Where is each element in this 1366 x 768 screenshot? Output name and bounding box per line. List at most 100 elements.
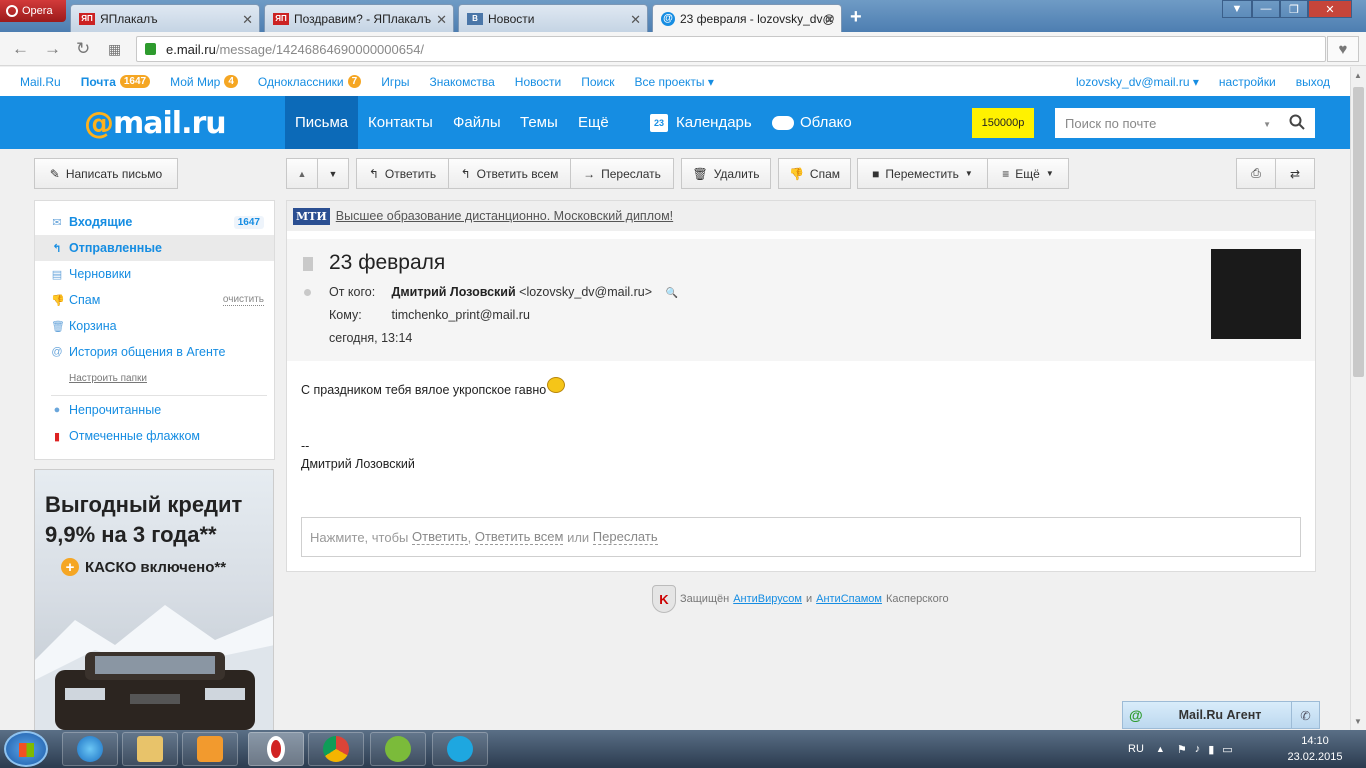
clean-spam-link[interactable]: очистить xyxy=(222,294,264,306)
opera-taskbar-icon[interactable] xyxy=(248,732,304,766)
network-warning-icon[interactable]: ⚑ xyxy=(1177,743,1187,756)
balance-badge[interactable]: 150000р xyxy=(972,108,1034,138)
folder-agent-history[interactable]: @ История общения в Агенте xyxy=(35,339,274,365)
close-tab-icon[interactable]: ✕ xyxy=(242,12,253,28)
more-button[interactable]: ≡ Ещё ▼ xyxy=(987,158,1069,189)
spam-button[interactable]: 👎 Спам xyxy=(778,158,851,189)
forward-button[interactable]: → Переслать xyxy=(570,158,674,189)
portal-link-games[interactable]: Игры xyxy=(381,75,409,89)
next-message-button[interactable]: ▼ xyxy=(317,158,349,189)
portal-link-dating[interactable]: Знакомства xyxy=(430,75,495,89)
portal-link-mailru[interactable]: Mail.Ru xyxy=(20,75,61,89)
nav-letters[interactable]: Письма xyxy=(285,96,359,149)
quick-forward-link[interactable]: Переслать xyxy=(592,529,658,545)
flag-icon[interactable] xyxy=(303,257,313,271)
bookmark-heart-icon[interactable]: ♥ xyxy=(1327,36,1359,62)
portal-link-pochta[interactable]: Почта 1647 xyxy=(81,75,151,89)
top-ad-link[interactable]: Высшее образование дистанционно. Московс… xyxy=(336,209,673,223)
mailru-agent-widget[interactable]: @ Mail.Ru Агент ✆ xyxy=(1122,701,1320,729)
nav-calendar[interactable]: 23 Календарь xyxy=(640,96,762,149)
nav-more[interactable]: Ещё xyxy=(568,96,619,149)
credit-advertisement[interactable]: Выгодный кредит 9,9% на 3 года** + КАСКО… xyxy=(34,469,274,731)
read-status-dot-icon[interactable] xyxy=(304,289,311,296)
move-button[interactable]: ■ Переместить ▼ xyxy=(857,158,988,189)
search-sender-icon[interactable]: 🔍 xyxy=(666,288,678,299)
portal-link-moi-mir[interactable]: Мой Мир 4 xyxy=(170,75,238,89)
signal-icon[interactable]: ▮ xyxy=(1208,743,1214,756)
minimize-icon[interactable]: — xyxy=(1252,0,1280,18)
new-tab-icon[interactable]: + xyxy=(850,6,862,29)
reply-all-button[interactable]: ↰ Ответить всем xyxy=(448,158,571,189)
utorrent-icon[interactable] xyxy=(370,732,426,766)
nav-files[interactable]: Файлы xyxy=(443,96,511,149)
volume-icon[interactable]: ♪ xyxy=(1195,743,1201,755)
browser-tab[interactable]: ЯП Поздравим? - ЯПлакалъ ✕ xyxy=(264,4,454,32)
folder-spam[interactable]: 👎 Спам очистить xyxy=(35,287,274,313)
portal-link-search[interactable]: Поиск xyxy=(581,75,614,89)
scroll-thumb[interactable] xyxy=(1353,87,1364,377)
search-icon[interactable] xyxy=(1289,114,1305,130)
delete-button[interactable]: 🗑 Удалить xyxy=(681,158,771,189)
opera-menu-button[interactable]: Opera xyxy=(0,0,66,22)
quick-reply-link[interactable]: Ответить xyxy=(412,529,468,545)
portal-link-news[interactable]: Новости xyxy=(515,75,561,89)
quick-reply-all-link[interactable]: Ответить всем xyxy=(474,529,564,545)
reply-button[interactable]: ↰ Ответить xyxy=(356,158,449,189)
nav-themes[interactable]: Темы xyxy=(510,96,568,149)
mail-search-input[interactable]: Поиск по почте ▼ xyxy=(1055,108,1315,138)
folder-trash[interactable]: 🗑 Корзина xyxy=(35,313,274,339)
filter-flagged[interactable]: ▮ Отмеченные флажком xyxy=(35,423,274,449)
folder-inbox[interactable]: ✉ Входящие 1647 xyxy=(35,209,274,235)
portal-link-odnoklassniki[interactable]: Одноклассники 7 xyxy=(258,75,362,89)
configure-folders-link[interactable]: Настроить папки xyxy=(69,373,147,384)
reload-icon[interactable]: ↻ xyxy=(76,39,90,59)
nav-cloud[interactable]: Облако xyxy=(762,96,862,149)
skype-icon[interactable] xyxy=(432,732,488,766)
close-tab-icon[interactable]: ✕ xyxy=(630,12,641,28)
close-tab-icon[interactable]: ✕ xyxy=(824,12,835,28)
sender-name[interactable]: Дмитрий Лозовский xyxy=(391,285,515,299)
folder-sent[interactable]: ↰ Отправленные xyxy=(35,235,274,261)
compose-button[interactable]: ✎ Написать письмо xyxy=(34,158,178,189)
system-clock[interactable]: 14:10 23.02.2015 xyxy=(1283,733,1347,765)
media-player-icon[interactable] xyxy=(182,732,238,766)
file-explorer-icon[interactable] xyxy=(122,732,178,766)
start-button[interactable] xyxy=(4,731,48,767)
mailru-logo[interactable]: @mail.ru xyxy=(84,106,227,141)
search-options-caret-icon[interactable]: ▼ xyxy=(1263,120,1271,129)
battery-icon[interactable]: ▭ xyxy=(1222,743,1232,756)
sender-email[interactable]: <lozovsky_dv@mail.ru> xyxy=(519,285,652,299)
recipient-email[interactable]: timchenko_print@mail.ru xyxy=(391,308,529,322)
browser-tab[interactable]: В Новости ✕ xyxy=(458,4,648,32)
settings-link[interactable]: настройки xyxy=(1219,75,1276,89)
filter-unread[interactable]: ● Непрочитанные xyxy=(35,397,274,423)
browser-tab-active[interactable]: @ 23 февраля - lozovsky_dv@ ✕ xyxy=(652,4,842,32)
translate-button[interactable]: ⇄ xyxy=(1275,158,1315,189)
folder-drafts[interactable]: ▤ Черновики xyxy=(35,261,274,287)
close-tab-icon[interactable]: ✕ xyxy=(436,12,447,28)
close-window-icon[interactable]: ✕ xyxy=(1308,0,1352,18)
tray-expand-icon[interactable]: ▲ xyxy=(1156,744,1165,754)
scroll-up-icon[interactable]: ▲ xyxy=(1354,71,1362,80)
portal-link-all-projects[interactable]: Все проекты ▾ xyxy=(635,75,714,89)
back-icon[interactable]: ← xyxy=(12,39,29,59)
speed-dial-icon[interactable]: ▦ xyxy=(108,41,121,58)
scroll-down-icon[interactable]: ▼ xyxy=(1354,717,1362,726)
logout-link[interactable]: выход xyxy=(1296,75,1330,89)
print-button[interactable]: ⎙ xyxy=(1236,158,1276,189)
antispam-link[interactable]: АнтиСпамом xyxy=(816,593,882,605)
address-bar[interactable]: e.mail.ru /message/14246864690000000654/ xyxy=(136,36,1326,62)
prev-message-button[interactable]: ▲ xyxy=(286,158,318,189)
browser-tab[interactable]: ЯП ЯПлакалъ ✕ xyxy=(70,4,260,32)
quick-reply-box[interactable]: Нажмите, чтобы Ответить, Ответить всем и… xyxy=(301,517,1301,557)
antivirus-link[interactable]: АнтиВирусом xyxy=(733,593,802,605)
user-email-menu[interactable]: lozovsky_dv@mail.ru ▾ xyxy=(1076,75,1199,89)
page-scrollbar[interactable]: ▲ ▼ xyxy=(1350,67,1366,730)
phone-icon[interactable]: ✆ xyxy=(1291,702,1319,728)
language-indicator[interactable]: RU xyxy=(1128,743,1144,755)
tab-list-icon[interactable]: ▼ xyxy=(1222,0,1252,18)
chrome-icon[interactable] xyxy=(308,732,364,766)
forward-icon[interactable]: → xyxy=(44,39,61,59)
maximize-icon[interactable]: ❐ xyxy=(1280,0,1308,18)
nav-contacts[interactable]: Контакты xyxy=(358,96,443,149)
